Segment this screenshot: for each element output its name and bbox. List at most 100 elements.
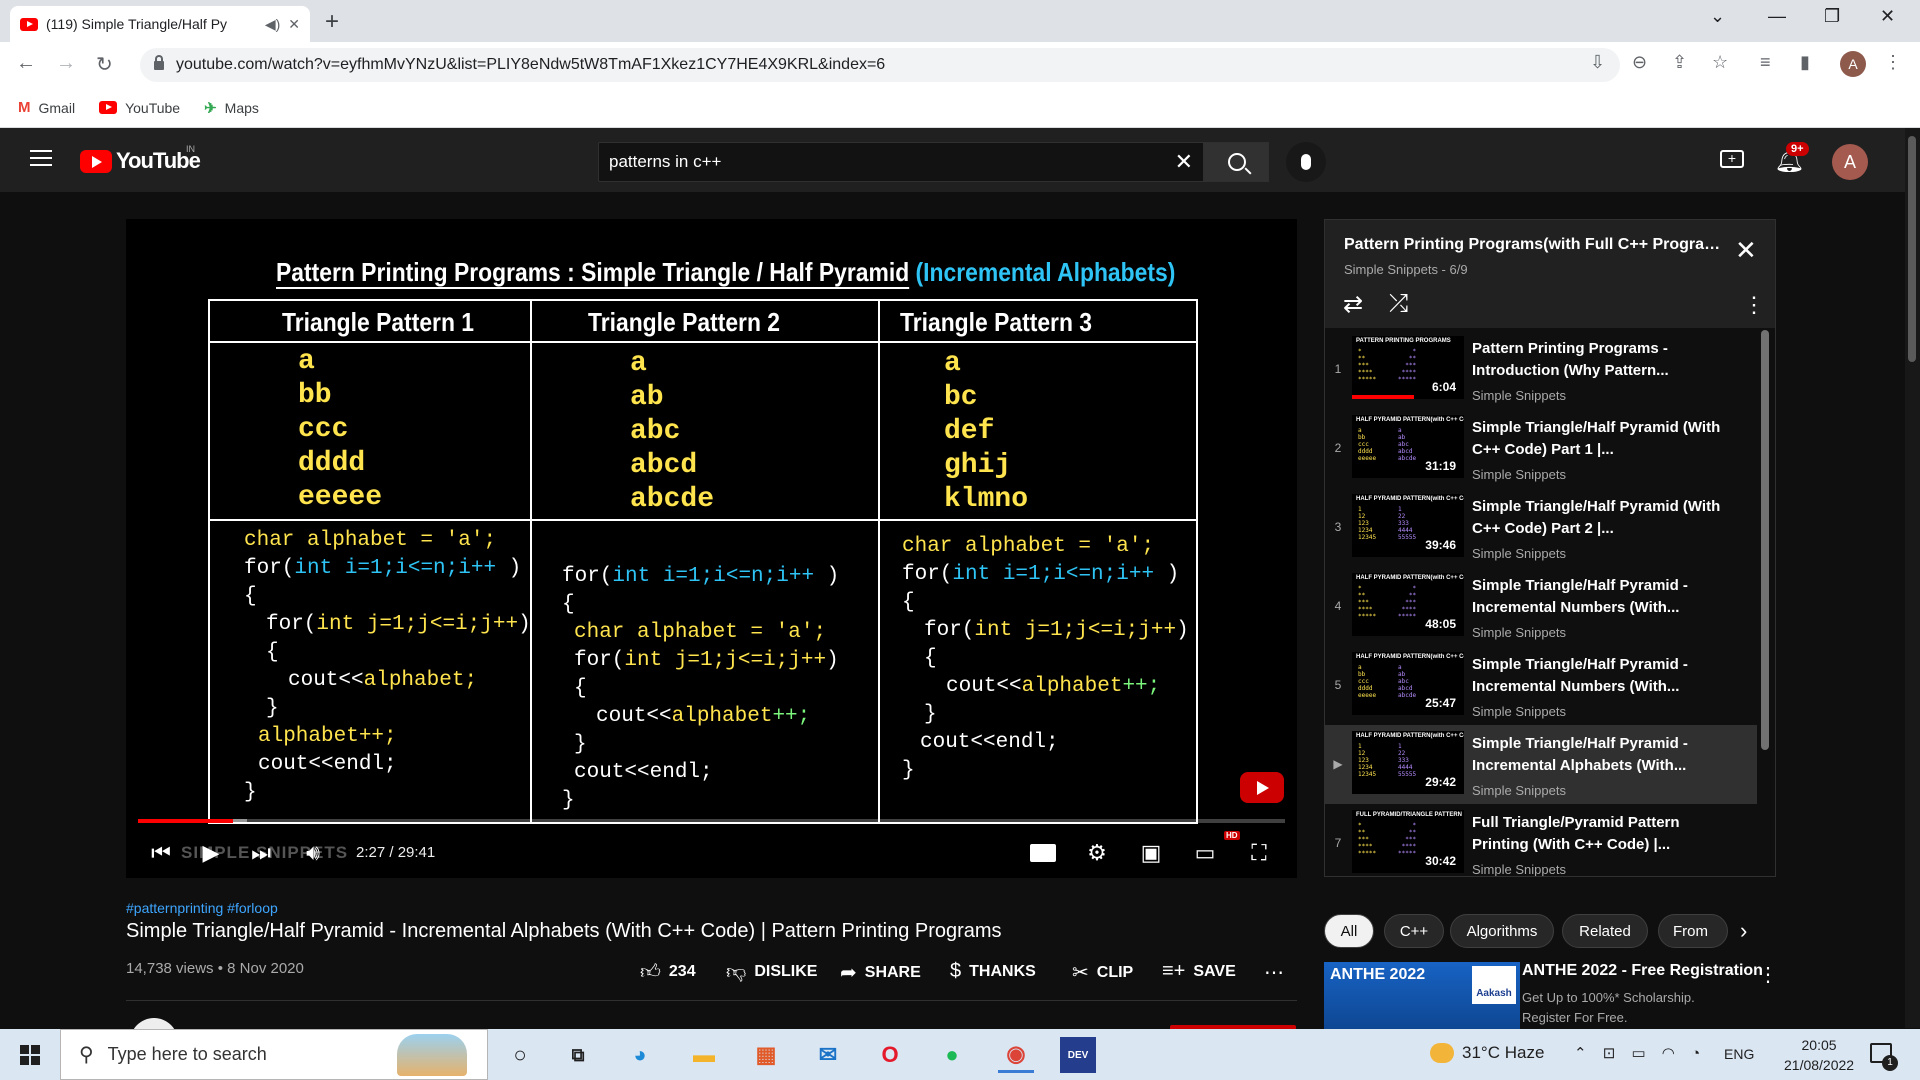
playlist-title[interactable]: Pattern Printing Programs(with Full C++ …	[1344, 236, 1724, 254]
speaker-icon[interactable]: ◀)	[265, 16, 280, 33]
chevron-right-icon[interactable]: ›	[1740, 918, 1747, 944]
opera-icon[interactable]: O	[872, 1037, 908, 1073]
ad-title[interactable]: ANTHE 2022 - Free Registration	[1522, 962, 1763, 980]
youtube-logo[interactable]: YouTube	[80, 148, 201, 174]
playlist-thumbnail[interactable]: PATTERN PRINTING PROGRAMS * ** *** **** *…	[1352, 336, 1464, 399]
playlist-item[interactable]: 7 FULL PYRAMID/TRIANGLE PATTERN * ** *** *…	[1325, 804, 1757, 876]
subtitles-button[interactable]	[1026, 831, 1060, 875]
chip-algorithms[interactable]: Algorithms	[1450, 914, 1554, 948]
loop-icon[interactable]: ⇄	[1343, 290, 1363, 319]
clip-button[interactable]: ✂ CLIP	[1072, 960, 1133, 985]
search-input[interactable]: patterns in c++ ✕	[598, 142, 1204, 182]
zoom-icon[interactable]: ⊖	[1632, 52, 1647, 73]
playlist-thumbnail[interactable]: HALF PYRAMID PATTERN(with C++ Code) 1 12 …	[1352, 731, 1464, 794]
hamburger-menu-icon[interactable]	[30, 150, 52, 166]
browser-tab[interactable]: (119) Simple Triangle/Half Py ◀) ✕	[10, 6, 310, 42]
playlist-thumbnail[interactable]: HALF PYRAMID PATTERN(with C++ Code) * ** …	[1352, 573, 1464, 636]
url-text[interactable]: youtube.com/watch?v=eyfhmMvYNzU&list=PLI…	[176, 56, 885, 74]
reload-icon[interactable]: ↻	[96, 52, 113, 77]
more-actions-button[interactable]: ⋯	[1264, 960, 1284, 985]
chip-related[interactable]: Related	[1562, 914, 1648, 948]
playlist-item-title[interactable]: Simple Triangle/Half Pyramid - Increment…	[1472, 733, 1732, 777]
edge-icon[interactable]: ◕	[622, 1037, 658, 1073]
bookmark-star-icon[interactable]: ☆	[1712, 52, 1728, 73]
progress-bar[interactable]	[138, 819, 1285, 823]
voice-search-button[interactable]	[1286, 142, 1326, 182]
profile-avatar[interactable]: A	[1840, 51, 1866, 77]
account-avatar[interactable]: A	[1832, 144, 1868, 180]
close-tab-icon[interactable]: ✕	[288, 16, 300, 33]
playlist-scrollbar[interactable]	[1761, 330, 1769, 750]
fullscreen-icon[interactable]: ⛶	[1242, 831, 1276, 875]
task-view-icon[interactable]: ⧉	[560, 1037, 596, 1073]
playlist-more-icon[interactable]: ⋮	[1743, 292, 1765, 318]
chrome-icon[interactable]: ◉	[998, 1037, 1034, 1073]
playlist-thumbnail[interactable]: FULL PYRAMID/TRIANGLE PATTERN * ** *** **…	[1352, 810, 1464, 873]
settings-gear-icon[interactable]: ⚙	[1080, 831, 1114, 875]
playlist-item-title[interactable]: Simple Triangle/Half Pyramid - Increment…	[1472, 575, 1732, 619]
playlist-thumbnail[interactable]: HALF PYRAMID PATTERN(with C++ Code) a bb …	[1352, 652, 1464, 715]
play-icon[interactable]: ▶	[196, 831, 226, 875]
store-icon[interactable]: ▦	[748, 1037, 784, 1073]
video-player[interactable]: Pattern Printing Programs : Simple Trian…	[126, 219, 1297, 878]
weather-widget[interactable]: 31°C Haze	[1430, 1043, 1544, 1063]
playlist-item[interactable]: 3 HALF PYRAMID PATTERN(with C++ Code) 1 12…	[1325, 488, 1757, 567]
chip-cpp[interactable]: C++	[1384, 914, 1444, 948]
mail-icon[interactable]: ✉	[810, 1037, 846, 1073]
create-video-icon[interactable]: +	[1720, 150, 1744, 168]
close-playlist-icon[interactable]: ✕	[1735, 237, 1757, 263]
install-icon[interactable]: ⇩	[1590, 52, 1605, 73]
thanks-button[interactable]: $ THANKS	[950, 960, 1036, 983]
forward-icon[interactable]: →	[56, 52, 76, 75]
playlist-item[interactable]: ▶ HALF PYRAMID PATTERN(with C++ Code) 1 12…	[1325, 725, 1757, 804]
page-scrollbar-thumb[interactable]	[1908, 136, 1916, 362]
playlist-item[interactable]: 2 HALF PYRAMID PATTERN(with C++ Code) a bb…	[1325, 409, 1757, 488]
bookmark-gmail[interactable]: M Gmail	[18, 99, 75, 116]
clear-search-icon[interactable]: ✕	[1175, 149, 1193, 175]
language-indicator[interactable]: ENG	[1724, 1046, 1754, 1062]
close-window-button[interactable]: ✕	[1880, 6, 1895, 27]
like-button[interactable]: 👍︎ 234	[640, 960, 696, 984]
restore-button[interactable]: ❐	[1824, 6, 1840, 27]
reading-list-icon[interactable]: ≡	[1760, 52, 1771, 73]
miniplayer-icon[interactable]: ▣	[1134, 831, 1168, 875]
playlist-thumbnail[interactable]: HALF PYRAMID PATTERN(with C++ Code) 1 12 …	[1352, 494, 1464, 557]
ad-more-icon[interactable]: ⋮	[1758, 962, 1778, 987]
devcpp-icon[interactable]: DEV	[1060, 1037, 1096, 1073]
bookmark-maps[interactable]: ✈ Maps	[204, 99, 259, 117]
playlist-item-title[interactable]: Simple Triangle/Half Pyramid (With C++ C…	[1472, 417, 1732, 461]
cortana-icon[interactable]: ○	[502, 1037, 538, 1073]
previous-icon[interactable]: ⏮	[146, 831, 176, 875]
search-button[interactable]	[1204, 142, 1269, 182]
next-icon[interactable]: ⏭	[246, 831, 276, 875]
tab-search-icon[interactable]: ⌄	[1710, 6, 1725, 27]
bookmark-youtube[interactable]: YouTube	[99, 100, 180, 116]
new-tab-button[interactable]: +	[325, 8, 339, 36]
side-panel-icon[interactable]: ▮	[1800, 52, 1810, 73]
system-tray-icons[interactable]: ⌃ ⊡ ▭ ◠ ◔	[1574, 1044, 1706, 1062]
back-icon[interactable]: ←	[16, 52, 36, 75]
dislike-button[interactable]: 👎︎ DISLIKE	[726, 960, 817, 984]
lock-icon[interactable]	[154, 54, 164, 70]
minimize-button[interactable]: —	[1768, 6, 1786, 27]
share-button[interactable]: ➦ SHARE	[840, 960, 921, 985]
file-explorer-icon[interactable]: ▬	[686, 1037, 722, 1073]
hashtags[interactable]: #patternprinting #forloop	[126, 900, 278, 916]
omnibox[interactable]: youtube.com/watch?v=eyfhmMvYNzU&list=PLI…	[140, 48, 1620, 82]
taskbar-search-box[interactable]: ⚲ Type here to search	[60, 1029, 488, 1080]
chip-all[interactable]: All	[1324, 914, 1374, 948]
search-query[interactable]: patterns in c++	[609, 152, 1175, 172]
spotify-icon[interactable]: ●	[934, 1037, 970, 1073]
playlist-item-title[interactable]: Simple Triangle/Half Pyramid (With C++ C…	[1472, 496, 1732, 540]
windows-start-icon[interactable]	[20, 1045, 40, 1065]
youtube-watermark-icon[interactable]	[1240, 772, 1284, 803]
playlist-item[interactable]: 5 HALF PYRAMID PATTERN(with C++ Code) a bb…	[1325, 646, 1757, 725]
shuffle-icon[interactable]: ⤮	[1389, 290, 1408, 318]
save-button[interactable]: ≡+ SAVE	[1162, 960, 1236, 983]
volume-icon[interactable]: 🔊︎	[298, 831, 328, 875]
theater-mode-icon[interactable]: ▭	[1188, 831, 1222, 875]
playlist-item-title[interactable]: Pattern Printing Programs - Introduction…	[1472, 338, 1732, 382]
playlist-item[interactable]: 1 PATTERN PRINTING PROGRAMS * ** *** **** …	[1325, 330, 1757, 409]
share-page-icon[interactable]: ⇪	[1672, 52, 1687, 73]
playlist-item[interactable]: 4 HALF PYRAMID PATTERN(with C++ Code) * **…	[1325, 567, 1757, 646]
